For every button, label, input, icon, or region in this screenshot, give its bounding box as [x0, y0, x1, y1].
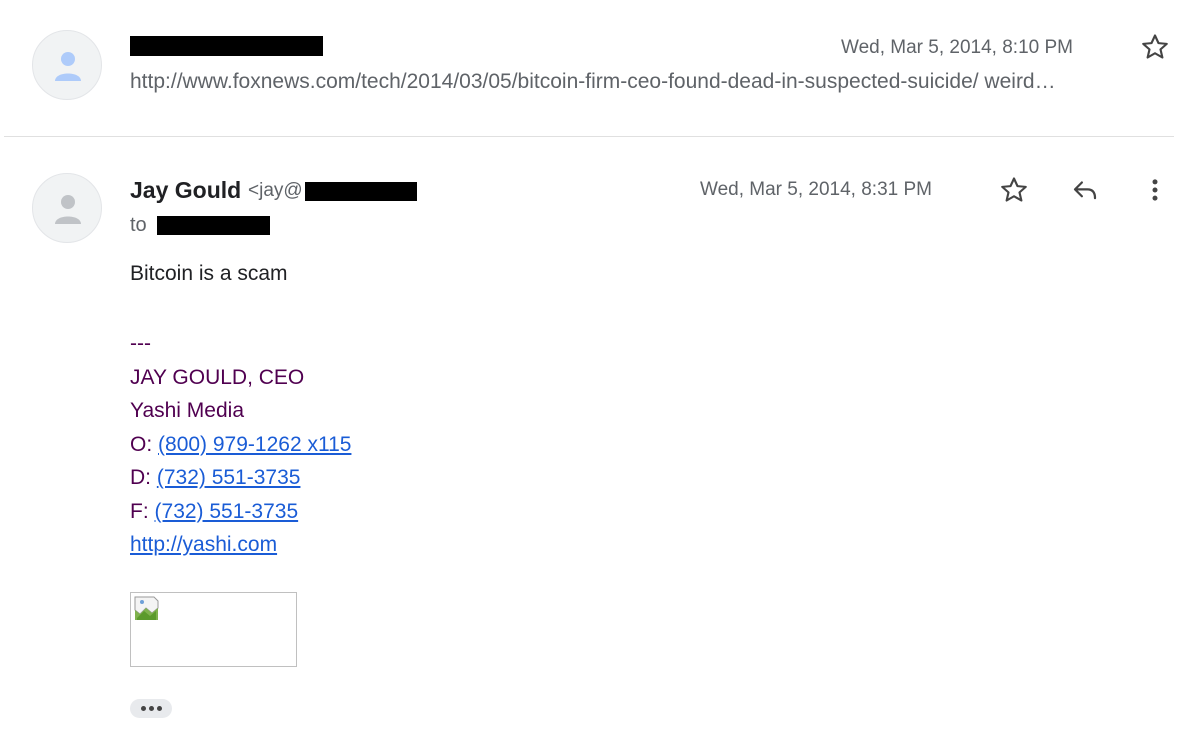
recipient-label: to [130, 214, 147, 236]
sender-avatar [32, 173, 102, 243]
more-options-button[interactable] [1139, 174, 1171, 206]
star-icon [1001, 177, 1027, 202]
more-vert-icon [1152, 179, 1158, 201]
signature-office-line: O: (800) 979-1262 x115 [130, 428, 351, 462]
reply-button[interactable] [1069, 174, 1101, 206]
office-phone-link[interactable]: (800) 979-1262 x115 [158, 433, 351, 456]
reply-icon [1073, 181, 1097, 200]
signature-separator: --- [130, 332, 151, 355]
broken-image-icon [134, 596, 159, 620]
redacted-recipient [157, 216, 270, 235]
signature-direct-line: D: (732) 551-3735 [130, 461, 351, 495]
message-snippet: http://www.foxnews.com/tech/2014/03/05/b… [130, 70, 1056, 93]
redacted-sender-name [130, 36, 323, 56]
message-date: Wed, Mar 5, 2014, 8:10 PM [841, 37, 1073, 58]
direct-label: D: [130, 466, 151, 489]
star-icon [1142, 34, 1168, 59]
fax-phone-link[interactable]: (732) 551-3735 [155, 500, 299, 523]
person-icon [55, 195, 81, 224]
office-label: O: [130, 432, 153, 456]
person-icon [55, 52, 81, 81]
website-link[interactable]: http://yashi.com [130, 533, 277, 556]
show-trimmed-content-button[interactable] [130, 699, 172, 718]
sender-email: <jay@ [248, 180, 303, 201]
signature-website-line: http://yashi.com [130, 528, 351, 562]
sender-name[interactable]: Jay Gould [130, 177, 241, 204]
fax-label: F: [130, 499, 149, 523]
signature-title: JAY GOULD, CEO [130, 365, 305, 389]
sender-avatar [32, 30, 102, 100]
message-date: Wed, Mar 5, 2014, 8:31 PM [700, 179, 932, 200]
redacted-sender-email [305, 182, 417, 201]
direct-phone-link[interactable]: (732) 551-3735 [157, 466, 301, 489]
star-button[interactable] [1139, 31, 1171, 63]
message-collapsed[interactable]: Wed, Mar 5, 2014, 8:10 PM http://www.fox… [0, 0, 1200, 136]
message-body: Bitcoin is a scam [130, 262, 288, 285]
trimmed-content-icon [140, 706, 146, 711]
image-placeholder [130, 592, 297, 667]
message-expanded: Jay Gould <jay@ to Wed, Mar 5, 2014, 8:3… [0, 137, 1200, 746]
email-signature: --- JAY GOULD, CEO Yashi Media O: (800) … [130, 327, 351, 562]
signature-fax-line: F: (732) 551-3735 [130, 495, 351, 529]
signature-company: Yashi Media [130, 399, 245, 422]
star-button[interactable] [998, 174, 1030, 206]
